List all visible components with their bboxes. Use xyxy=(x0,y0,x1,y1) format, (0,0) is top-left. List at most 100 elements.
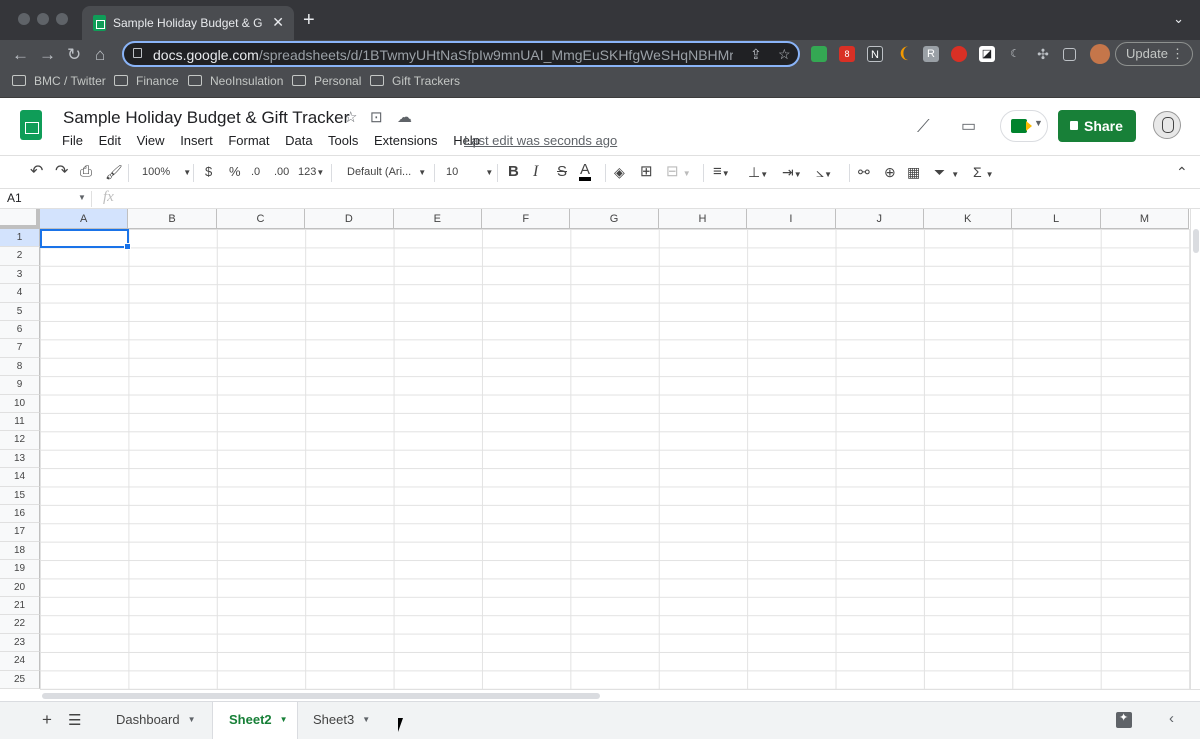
pocket-extension-icon[interactable] xyxy=(951,46,967,62)
explore-icon[interactable] xyxy=(1116,712,1132,728)
menu-file[interactable]: File xyxy=(62,133,83,148)
side-panel-chevron-icon[interactable]: ‹ xyxy=(1169,710,1174,727)
new-tab-button[interactable]: + xyxy=(303,10,315,30)
strikethrough-button[interactable]: S xyxy=(557,163,567,181)
active-cell-a1[interactable] xyxy=(40,229,129,248)
browser-tab-active[interactable]: Sample Holiday Budget & Gift Tracker - G… xyxy=(82,6,294,40)
forward-arrow-icon[interactable]: → xyxy=(39,44,56,66)
bookmark-neoinsulation[interactable]: NeoInsulation xyxy=(188,74,283,88)
honey-extension-icon[interactable]: ❨ xyxy=(896,46,912,62)
column-header-f[interactable]: F xyxy=(482,209,570,229)
menu-view[interactable]: View xyxy=(137,133,165,148)
share-button[interactable]: Share xyxy=(1058,110,1136,142)
column-header-d[interactable]: D xyxy=(305,209,393,229)
sheet-tab-dashboard[interactable]: Dashboard▼ xyxy=(100,702,212,739)
menu-insert[interactable]: Insert xyxy=(180,133,213,148)
home-icon[interactable]: ⌂ xyxy=(95,44,105,66)
horizontal-align-icon[interactable]: ≡▼ xyxy=(713,163,730,183)
sheet-tab-sheet2[interactable]: Sheet2▼ xyxy=(212,702,298,739)
menu-tools[interactable]: Tools xyxy=(328,133,358,148)
column-header-k[interactable]: K xyxy=(924,209,1012,229)
row-header-13[interactable]: 13 xyxy=(0,450,40,468)
zoom-select[interactable]: 100% ▼ xyxy=(142,163,191,182)
column-header-c[interactable]: C xyxy=(217,209,305,229)
increase-decimal-button[interactable]: .00 xyxy=(274,163,289,181)
column-header-b[interactable]: B xyxy=(128,209,216,229)
notion-extension-icon[interactable]: N xyxy=(867,46,883,62)
fill-color-icon[interactable]: ◈ xyxy=(614,163,625,181)
more-formats-button[interactable]: 123▼ xyxy=(298,163,324,182)
borders-icon[interactable]: ⊞ xyxy=(640,163,653,181)
row-header-4[interactable]: 4 xyxy=(0,284,40,302)
menu-data[interactable]: Data xyxy=(285,133,312,148)
address-bar[interactable]: docs.google.com/spreadsheets/d/1BTwmyUHt… xyxy=(122,41,800,67)
all-sheets-menu-icon[interactable]: ☰ xyxy=(68,711,81,729)
star-icon[interactable]: ☆ xyxy=(344,108,357,126)
update-chrome-button[interactable]: Update⋮ xyxy=(1115,42,1193,66)
row-header-25[interactable]: 25 xyxy=(0,671,40,689)
paint-format-icon[interactable]: 🖌︎ xyxy=(105,163,123,181)
percent-format-button[interactable]: % xyxy=(229,163,241,181)
column-header-m[interactable]: M xyxy=(1101,209,1189,229)
cell-area[interactable] xyxy=(40,229,1190,689)
google-drive-extension-icon[interactable] xyxy=(811,46,827,62)
text-wrapping-icon[interactable]: ⇥▼ xyxy=(782,163,802,184)
row-header-8[interactable]: 8 xyxy=(0,358,40,376)
row-header-14[interactable]: 14 xyxy=(0,468,40,486)
last-edit-link[interactable]: Last edit was seconds ago xyxy=(464,133,617,148)
row-header-21[interactable]: 21 xyxy=(0,597,40,615)
text-color-button[interactable]: A xyxy=(579,163,591,181)
insert-link-icon[interactable]: ⚯ xyxy=(858,163,870,181)
row-header-22[interactable]: 22 xyxy=(0,615,40,633)
column-header-h[interactable]: H xyxy=(659,209,747,229)
undo-icon[interactable]: ↶ xyxy=(30,163,43,181)
row-header-19[interactable]: 19 xyxy=(0,560,40,578)
share-page-icon[interactable]: ⇪ xyxy=(750,46,762,63)
comments-icon[interactable]: ▭ xyxy=(961,116,976,136)
decrease-decimal-button[interactable]: .0 xyxy=(251,163,260,181)
column-header-e[interactable]: E xyxy=(394,209,482,229)
row-header-12[interactable]: 12 xyxy=(0,431,40,449)
reload-icon[interactable]: ↻ xyxy=(67,44,81,66)
bookmark-finance[interactable]: Finance xyxy=(114,74,179,88)
back-arrow-icon[interactable]: ← xyxy=(12,44,29,66)
column-header-l[interactable]: L xyxy=(1012,209,1100,229)
window-minimize-button[interactable] xyxy=(37,13,49,25)
moon-extension-icon[interactable]: ☾ xyxy=(1007,46,1023,62)
row-header-6[interactable]: 6 xyxy=(0,321,40,339)
side-panel-icon[interactable] xyxy=(1063,48,1076,61)
font-select[interactable]: Default (Ari... ▼ xyxy=(347,163,426,182)
menu-edit[interactable]: Edit xyxy=(99,133,121,148)
chevron-down-icon[interactable]: ▼ xyxy=(78,193,86,202)
tab-search-chevron-icon[interactable]: ⌄ xyxy=(1173,11,1184,27)
url-text[interactable]: docs.google.com/spreadsheets/d/1BTwmyUHt… xyxy=(153,47,733,63)
spreadsheet-grid[interactable]: ABCDEFGHIJKLM123456789101112131415161718… xyxy=(0,209,1190,689)
row-header-10[interactable]: 10 xyxy=(0,395,40,413)
merge-cells-icon[interactable]: ⊟ ▼ xyxy=(666,163,691,183)
formula-input[interactable] xyxy=(130,191,1130,207)
todo-extension-icon[interactable]: 8 xyxy=(839,46,855,62)
currency-format-button[interactable]: $ xyxy=(205,163,212,181)
insert-comment-icon[interactable]: ⊕ xyxy=(884,163,896,181)
row-header-3[interactable]: 3 xyxy=(0,266,40,284)
bookmark-personal[interactable]: Personal xyxy=(292,74,361,88)
row-header-5[interactable]: 5 xyxy=(0,303,40,321)
vertical-align-icon[interactable]: ⊥▼ xyxy=(748,163,768,184)
bookmark-bmc-twitter[interactable]: BMC / Twitter xyxy=(12,74,106,88)
row-header-20[interactable]: 20 xyxy=(0,579,40,597)
add-sheet-button[interactable]: + xyxy=(42,710,52,730)
horizontal-scroll-thumb[interactable] xyxy=(42,693,600,699)
column-header-a[interactable]: A xyxy=(40,209,128,229)
print-icon[interactable]: ⎙ xyxy=(80,163,92,181)
extensions-puzzle-icon[interactable]: ✣ xyxy=(1035,46,1051,62)
vertical-scroll-thumb[interactable] xyxy=(1193,229,1199,253)
activity-trend-icon[interactable]: ⟋ xyxy=(917,116,930,137)
menu-format[interactable]: Format xyxy=(228,133,269,148)
window-zoom-button[interactable] xyxy=(56,13,68,25)
row-header-2[interactable]: 2 xyxy=(0,247,40,265)
horizontal-scrollbar[interactable] xyxy=(40,689,1200,701)
font-size-select[interactable]: 10 ▼ xyxy=(446,163,493,182)
bookmark-gift-trackers[interactable]: Gift Trackers xyxy=(370,74,460,88)
column-header-g[interactable]: G xyxy=(570,209,658,229)
collapse-toolbar-chevron-icon[interactable]: ⌃ xyxy=(1176,163,1188,181)
